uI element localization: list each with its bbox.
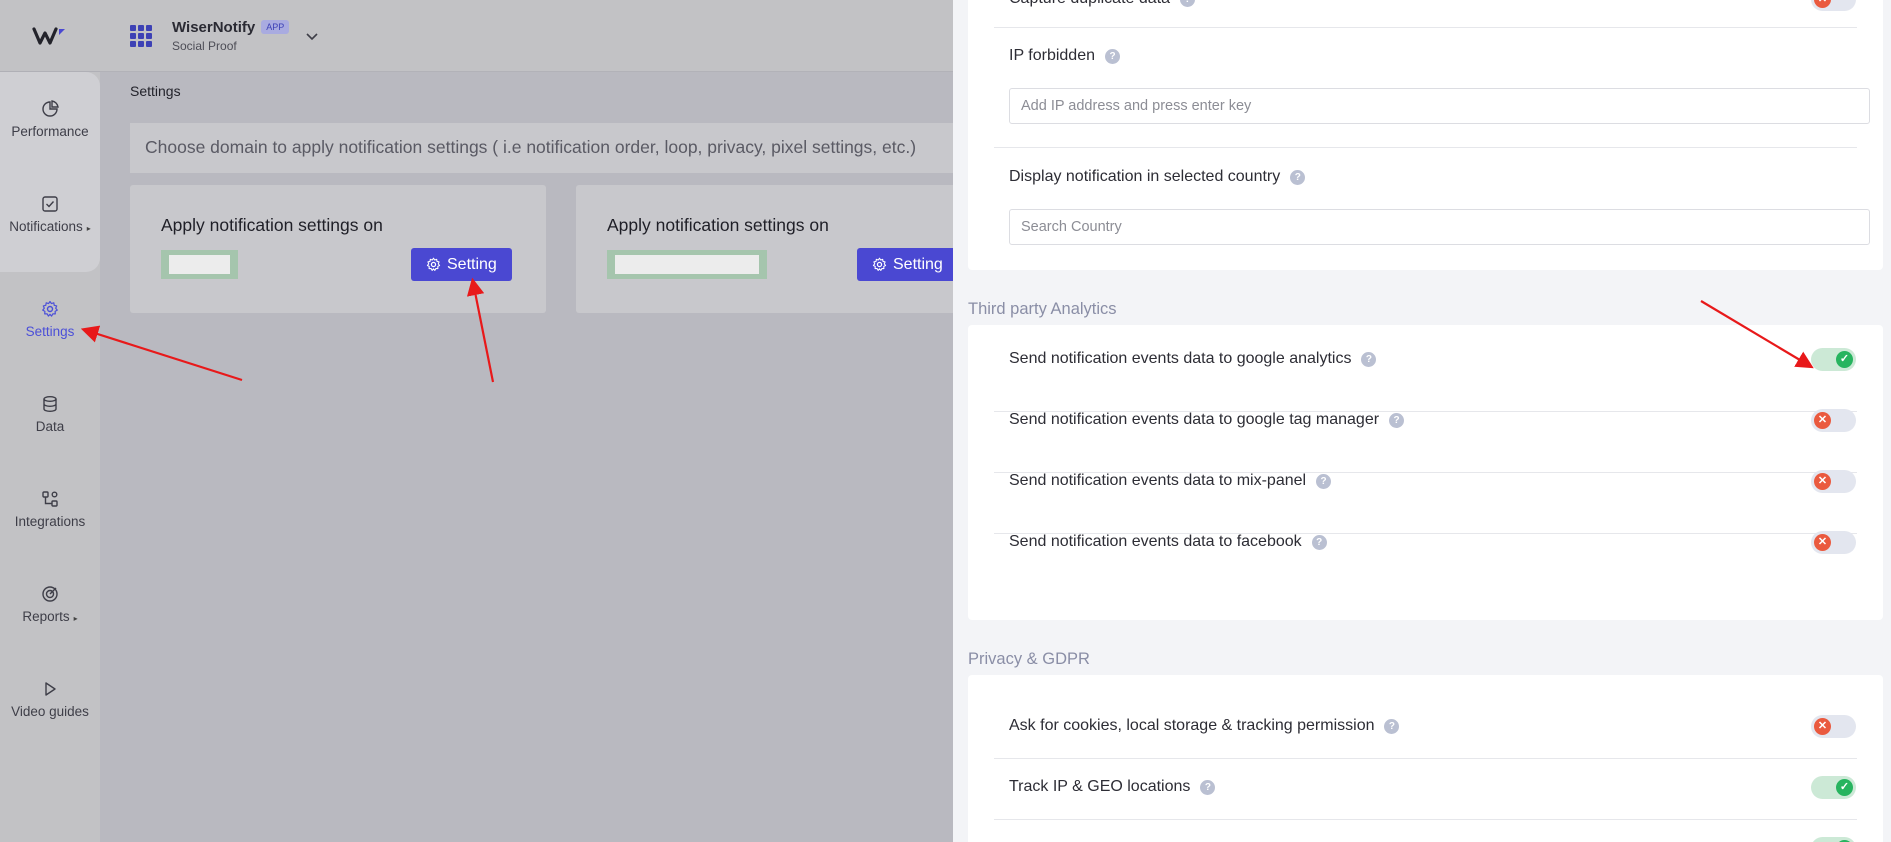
- sidebar-item-label: Reports ▸: [22, 609, 78, 624]
- help-icon[interactable]: ?: [1361, 351, 1377, 367]
- row-label: Send notification events data to google …: [1009, 350, 1377, 368]
- expand-caret-icon: ▸: [86, 224, 91, 233]
- country-label: Display notification in selected country…: [1009, 168, 1306, 186]
- expand-caret-icon: ▸: [73, 614, 78, 623]
- capture-duplicate-label: Capture duplicate data?: [1009, 0, 1195, 8]
- domain-chip: [607, 250, 767, 279]
- top-header: WiserNotify APP Social Proof: [100, 0, 953, 72]
- help-icon[interactable]: ?: [1180, 0, 1195, 7]
- track-ip-toggle[interactable]: ✓: [1811, 776, 1856, 799]
- setting-button[interactable]: Setting: [857, 248, 958, 281]
- help-icon[interactable]: ?: [1384, 718, 1400, 734]
- checkmark-icon: ✓: [1836, 351, 1853, 368]
- gear-icon: [872, 257, 887, 271]
- toggle-off-icon: ✕: [1814, 0, 1831, 8]
- sidebar-item-label: Notifications ▸: [9, 219, 91, 234]
- sidebar-item-settings[interactable]: Settings: [0, 272, 100, 367]
- sidebar-item-data[interactable]: Data: [0, 367, 100, 462]
- facebook-toggle[interactable]: ✕: [1811, 531, 1856, 554]
- setting-button[interactable]: Setting: [411, 248, 512, 281]
- mix-panel-toggle[interactable]: ✕: [1811, 470, 1856, 493]
- sidebar-item-performance[interactable]: Performance: [0, 72, 100, 167]
- sidebar-item-label: Integrations: [14, 514, 86, 529]
- logo[interactable]: [0, 0, 100, 72]
- capture-duplicate-toggle[interactable]: ✕: [1811, 0, 1856, 11]
- close-icon: ✕: [1814, 473, 1831, 490]
- row-label: Send notification events data to google …: [1009, 411, 1405, 429]
- gear-icon: [42, 300, 58, 317]
- row-label: Track IP & GEO locations?: [1009, 778, 1216, 796]
- analytics-row-google-analytics: Send notification events data to google …: [968, 330, 1883, 391]
- analytics-section-title: Third party Analytics: [968, 300, 1117, 318]
- row-label: Ask for cookies, local storage & trackin…: [1009, 717, 1400, 735]
- sidebar-item-integrations[interactable]: Integrations: [0, 462, 100, 557]
- sidebar-item-notifications[interactable]: Notifications ▸: [0, 167, 100, 262]
- domain-card: Apply notification settings on Setting: [576, 185, 976, 313]
- analytics-card: Send notification events data to google …: [968, 325, 1883, 620]
- app-subtitle: Social Proof: [172, 38, 237, 53]
- help-icon[interactable]: ?: [1389, 412, 1405, 428]
- privacy-section-title: Privacy & GDPR: [968, 650, 1090, 668]
- app-switcher[interactable]: WiserNotify APP Social Proof: [172, 18, 290, 53]
- app-badge: APP: [261, 20, 290, 34]
- chevron-down-icon[interactable]: [305, 29, 319, 43]
- sidebar-item-label: Video guides: [11, 704, 89, 719]
- close-icon: ✕: [1814, 412, 1831, 429]
- sidebar-item-label: Settings: [25, 324, 75, 339]
- settings-drawer: Capture duplicate data? ✕ IP forbidden? …: [953, 0, 1891, 842]
- wisernotify-logo-icon: [32, 26, 65, 45]
- close-icon: ✕: [1814, 718, 1831, 735]
- domain-card: Apply notification settings on Setting: [130, 185, 546, 313]
- pie-chart-icon: [42, 100, 59, 117]
- row-label: Send notification events data to mix-pan…: [1009, 472, 1332, 490]
- help-icon[interactable]: ?: [1200, 779, 1216, 795]
- integrations-icon: [42, 491, 58, 507]
- google-tag-manager-toggle[interactable]: ✕: [1811, 409, 1856, 432]
- divider: [994, 27, 1857, 28]
- country-search-input[interactable]: [1009, 209, 1870, 245]
- sidebar-item-label: Performance: [11, 124, 89, 139]
- privacy-row-cookies: Ask for cookies, local storage & trackin…: [968, 697, 1883, 758]
- next-row-toggle[interactable]: ✓: [1811, 837, 1856, 842]
- sidebar-item-reports[interactable]: Reports ▸: [0, 557, 100, 652]
- close-icon: ✕: [1814, 534, 1831, 551]
- database-icon: [43, 396, 57, 412]
- sidebar: Performance Notifications ▸ Settings Data…: [0, 0, 100, 842]
- help-icon[interactable]: ?: [1105, 48, 1120, 64]
- gear-icon: [426, 257, 441, 271]
- sidebar-group: Performance Notifications ▸: [0, 72, 100, 272]
- apps-grid-icon[interactable]: [130, 24, 152, 47]
- checkbox-icon: [42, 196, 58, 212]
- app-name: WiserNotify: [172, 18, 256, 36]
- help-icon[interactable]: ?: [1316, 473, 1332, 489]
- card-title: Apply notification settings on: [607, 215, 829, 235]
- row-label: Send notification events data to faceboo…: [1009, 533, 1327, 551]
- privacy-filters-card: Capture duplicate data? ✕ IP forbidden? …: [968, 0, 1883, 270]
- play-icon: [45, 682, 56, 696]
- analytics-row-mix-panel: Send notification events data to mix-pan…: [968, 452, 1883, 513]
- sidebar-item-video-guides[interactable]: Video guides: [0, 652, 100, 747]
- divider: [994, 819, 1857, 820]
- checkmark-icon: ✓: [1836, 779, 1853, 796]
- help-icon[interactable]: ?: [1311, 534, 1327, 550]
- domain-hint: Choose domain to apply notification sett…: [130, 123, 953, 173]
- privacy-card: Ask for cookies, local storage & trackin…: [968, 675, 1883, 842]
- analytics-row-google-tag-manager: Send notification events data to google …: [968, 391, 1883, 452]
- divider: [994, 147, 1857, 148]
- help-icon[interactable]: ?: [1290, 169, 1306, 185]
- sidebar-item-label: Data: [35, 419, 65, 434]
- domain-chip: [161, 250, 238, 279]
- ip-forbidden-label: IP forbidden?: [1009, 47, 1120, 65]
- ip-forbidden-input[interactable]: [1009, 88, 1870, 124]
- card-title: Apply notification settings on: [161, 215, 383, 235]
- privacy-row-track-ip: Track IP & GEO locations? ✓: [968, 758, 1883, 819]
- page-title: Settings: [130, 83, 181, 99]
- main-content: Settings Choose domain to apply notifica…: [100, 73, 976, 842]
- analytics-row-facebook: Send notification events data to faceboo…: [968, 513, 1883, 574]
- cookies-permission-toggle[interactable]: ✕: [1811, 715, 1856, 738]
- google-analytics-toggle[interactable]: ✓: [1811, 348, 1856, 371]
- target-icon: [42, 586, 58, 602]
